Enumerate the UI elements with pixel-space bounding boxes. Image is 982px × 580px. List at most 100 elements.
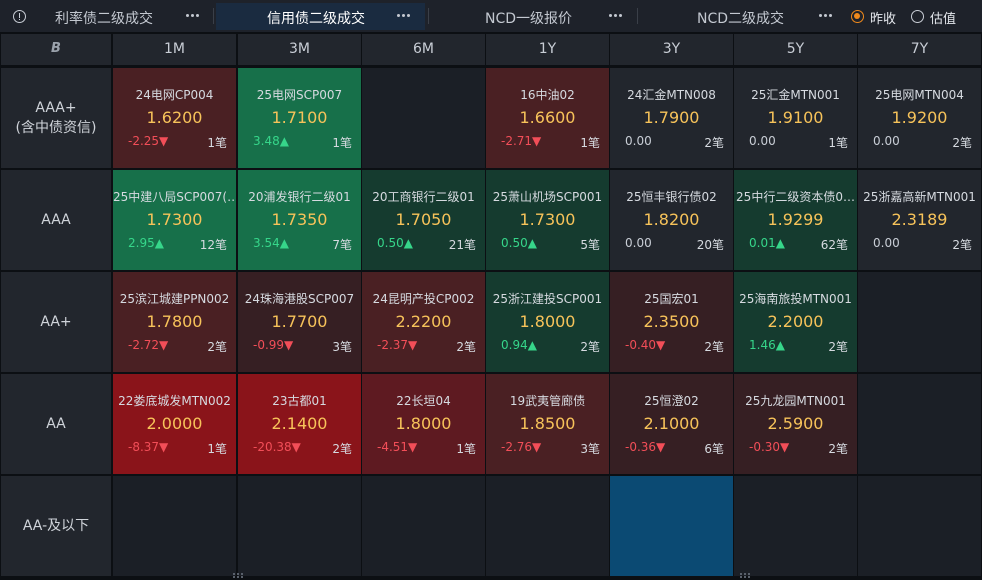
matrix-cell[interactable]: 25浙江建投SCP001 1.8000 0.94▲ 2笔: [486, 272, 609, 372]
yield-change: -2.37▼: [377, 338, 418, 352]
bond-name: 22娄底城发MTN002: [118, 394, 231, 408]
tab-label: NCD一级报价: [485, 11, 573, 27]
matrix-cell-empty[interactable]: [113, 476, 236, 576]
column-header: 7Y: [858, 34, 981, 65]
matrix-cell[interactable]: 25国宏01 2.3500 -0.40▼ 2笔: [610, 272, 733, 372]
column-header: 5Y: [734, 34, 857, 65]
more-icon[interactable]: [818, 6, 834, 20]
yield-change: 0.00: [873, 134, 900, 148]
matrix-cell[interactable]: 25电网SCP007 1.7100 3.48▲ 1笔: [238, 68, 361, 168]
matrix-cell[interactable]: 20浦发银行二级01 1.7350 3.54▲ 7笔: [238, 170, 361, 270]
bond-yield: 2.1000: [643, 414, 700, 433]
tab-label: 信用债二级成交: [267, 11, 365, 27]
trade-count: 3笔: [332, 340, 352, 354]
bond-yield: 2.0000: [146, 414, 203, 433]
matrix-cell[interactable]: 23古都01 2.1400 -20.38▼ 2笔: [238, 374, 361, 474]
bond-name: 25九龙园MTN001: [745, 394, 846, 408]
matrix-cell[interactable]: 25恒丰银行债02 1.8200 0.00 20笔: [610, 170, 733, 270]
tab-rate-bond-trades[interactable]: 利率债二级成交: [35, 3, 211, 30]
tab-divider: [213, 8, 214, 24]
matrix-cell[interactable]: 16中油02 1.6600 -2.71▼ 1笔: [486, 68, 609, 168]
radio-valuation[interactable]: 估值: [911, 8, 961, 27]
matrix-cell-empty[interactable]: [362, 476, 485, 576]
more-icon[interactable]: [396, 6, 412, 20]
matrix-cell-empty[interactable]: [858, 476, 981, 576]
trade-count: 1笔: [207, 136, 227, 150]
more-icon[interactable]: [185, 6, 201, 20]
more-icon[interactable]: [608, 6, 624, 20]
matrix-cell[interactable]: 20工商银行二级01 1.7050 0.50▲ 21笔: [362, 170, 485, 270]
yield-change: -0.99▼: [253, 338, 294, 352]
trade-count: 2笔: [580, 340, 600, 354]
matrix-cell[interactable]: 24汇金MTN008 1.7900 0.00 2笔: [610, 68, 733, 168]
resize-grip-icon[interactable]: [740, 573, 750, 578]
matrix-cell[interactable]: 25中建八局SCP007(… 1.7300 2.95▲ 12笔: [113, 170, 236, 270]
bond-yield: 1.9299: [767, 210, 824, 229]
rating-row-header: AA+: [1, 272, 111, 372]
matrix-cell[interactable]: 25电网MTN004 1.9200 0.00 2笔: [858, 68, 981, 168]
matrix-cell[interactable]: 25海南旅投MTN001 2.2000 1.46▲ 2笔: [734, 272, 857, 372]
matrix-cell-empty[interactable]: [238, 476, 361, 576]
matrix-cell-empty[interactable]: [858, 272, 981, 372]
yield-change: -0.36▼: [625, 440, 666, 454]
yield-change: 0.50▲: [377, 236, 413, 250]
matrix-cell-empty[interactable]: [734, 476, 857, 576]
resize-grip-icon[interactable]: [233, 573, 243, 578]
trade-count: 62笔: [820, 238, 848, 252]
tab-bar: 利率债二级成交 信用债二级成交 NCD一级报价 NCD二级成交 昨收 估值: [0, 0, 982, 33]
tab-credit-bond-trades[interactable]: 信用债二级成交: [216, 3, 425, 30]
bond-name: 25汇金MTN001: [751, 88, 840, 102]
trade-count: 2笔: [704, 340, 724, 354]
matrix-cell-empty[interactable]: [362, 68, 485, 168]
trade-count: 1笔: [332, 136, 352, 150]
bond-name: 22长垣04: [396, 394, 451, 408]
bond-yield: 1.7050: [395, 210, 452, 229]
yield-change: 3.54▲: [253, 236, 289, 250]
matrix-cell-selected[interactable]: [610, 476, 733, 576]
matrix-cell[interactable]: 24昆明产投CP002 2.2200 -2.37▼ 2笔: [362, 272, 485, 372]
bond-name: 25浙江建投SCP001: [492, 292, 603, 306]
tab-ncd-secondary-trades[interactable]: NCD二级成交: [640, 3, 840, 30]
radio-label: 估值: [930, 12, 957, 27]
matrix-cell[interactable]: 22长垣04 1.8000 -4.51▼ 1笔: [362, 374, 485, 474]
bond-yield: 1.7300: [519, 210, 576, 229]
trade-count: 20笔: [696, 238, 724, 252]
trade-count: 21笔: [448, 238, 476, 252]
matrix-cell[interactable]: 25汇金MTN001 1.9100 0.00 1笔: [734, 68, 857, 168]
bond-name: 20浦发银行二级01: [248, 190, 351, 204]
radio-checked-icon: [851, 10, 864, 23]
matrix-cell[interactable]: 19武夷管廊债 1.8500 -2.76▼ 3笔: [486, 374, 609, 474]
yield-change: 0.00: [625, 134, 652, 148]
rating-row-header: AAA: [1, 170, 111, 270]
trade-count: 6笔: [704, 442, 724, 456]
radio-label: 昨收: [870, 12, 897, 27]
matrix-cell-empty[interactable]: [486, 476, 609, 576]
matrix-cell[interactable]: 22娄底城发MTN002 2.0000 -8.37▼ 1笔: [113, 374, 236, 474]
column-header: 3Y: [610, 34, 733, 65]
bond-name: 25滨江城建PPN002: [119, 292, 230, 306]
info-icon[interactable]: [13, 10, 26, 23]
matrix-cell[interactable]: 24电网CP004 1.6200 -2.25▼ 1笔: [113, 68, 236, 168]
matrix-cell[interactable]: 25九龙园MTN001 2.5900 -0.30▼ 2笔: [734, 374, 857, 474]
bond-yield: 1.9200: [891, 108, 948, 127]
matrix-cell-empty[interactable]: [858, 374, 981, 474]
bond-yield: 2.2000: [767, 312, 824, 331]
matrix-cell[interactable]: 24珠海港股SCP007 1.7700 -0.99▼ 3笔: [238, 272, 361, 372]
matrix-cell[interactable]: 25恒澄02 2.1000 -0.36▼ 6笔: [610, 374, 733, 474]
matrix-cell[interactable]: 25萧山机场SCP001 1.7300 0.50▲ 5笔: [486, 170, 609, 270]
yield-change: 0.00: [625, 236, 652, 250]
matrix-corner: B: [1, 34, 111, 65]
bond-yield: 1.8000: [395, 414, 452, 433]
tab-ncd-primary-quotes[interactable]: NCD一级报价: [431, 3, 631, 30]
tab-label: 利率债二级成交: [55, 11, 153, 27]
bond-yield: 2.1400: [271, 414, 328, 433]
yield-change: -0.30▼: [749, 440, 790, 454]
matrix-cell[interactable]: 25中行二级资本债0… 1.9299 0.01▲ 62笔: [734, 170, 857, 270]
matrix-cell[interactable]: 25浙嘉高新MTN001 2.3189 0.00 2笔: [858, 170, 981, 270]
trade-count: 2笔: [456, 340, 476, 354]
matrix-cell[interactable]: 25滨江城建PPN002 1.7800 -2.72▼ 2笔: [113, 272, 236, 372]
radio-prev-close[interactable]: 昨收: [851, 8, 901, 27]
bond-name: 24昆明产投CP002: [372, 292, 475, 306]
bond-yield: 2.3189: [891, 210, 948, 229]
bond-name: 25中行二级资本债0…: [736, 190, 855, 204]
